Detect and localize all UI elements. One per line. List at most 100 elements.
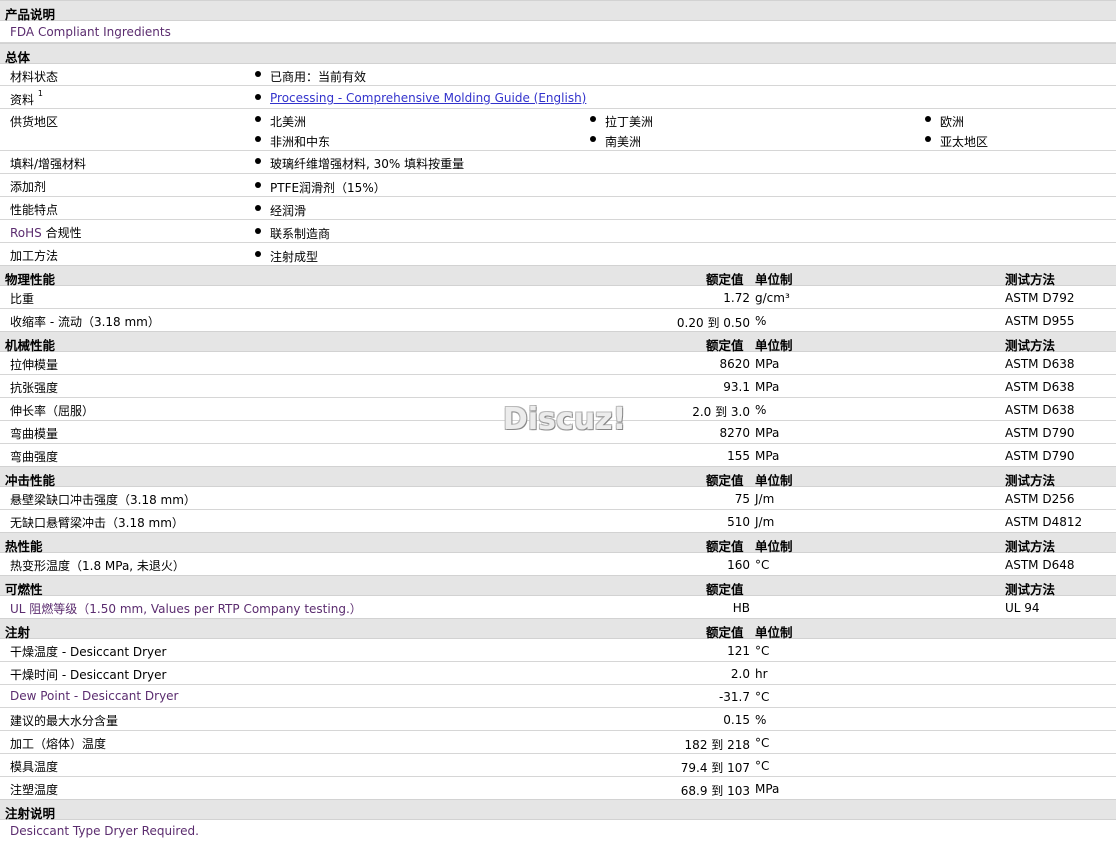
table-row: 悬壁梁缺口冲击强度（3.18 mm） 75 J/m ASTM D256 bbox=[0, 487, 1116, 510]
injection-note-row: Desiccant Type Dryer Required. bbox=[0, 820, 1116, 841]
row-value: 121 bbox=[727, 644, 750, 658]
row-value: 510 bbox=[727, 515, 750, 529]
table-row: 弯曲强度 155 MPa ASTM D790 bbox=[0, 444, 1116, 466]
row-label: 弯曲模量 bbox=[10, 427, 59, 441]
row-label: 干燥时间 - Desiccant Dryer bbox=[10, 668, 167, 682]
row-label: 注塑温度 bbox=[10, 783, 59, 797]
row-value: 0.15 bbox=[723, 713, 750, 727]
row-value: 2.0 到 3.0 bbox=[692, 405, 750, 419]
row-method: ASTM D638 bbox=[1005, 403, 1075, 417]
region-item: 非洲和中东 bbox=[270, 135, 331, 149]
table-row: 注塑温度 68.9 到 103 MPa bbox=[0, 777, 1116, 799]
section-impact: 冲击性能 额定值 单位制 测试方法 bbox=[0, 466, 1116, 488]
general-row-process: 加工方法 注射成型 bbox=[0, 243, 1116, 265]
row-unit: °C bbox=[755, 736, 770, 750]
row-label: 性能特点 bbox=[10, 203, 59, 217]
table-row: 抗张强度 93.1 MPa ASTM D638 bbox=[0, 375, 1116, 398]
row-label: 弯曲强度 bbox=[10, 450, 59, 464]
row-unit: °C bbox=[755, 759, 770, 773]
bullet-icon bbox=[590, 116, 596, 122]
row-label: 添加剂 bbox=[10, 180, 47, 194]
bullet-icon bbox=[925, 136, 931, 142]
row-value: 0.20 到 0.50 bbox=[676, 316, 750, 330]
row-label: RoHS 合规性 bbox=[10, 226, 82, 240]
bullet-icon bbox=[255, 158, 261, 164]
row-method: ASTM D790 bbox=[1005, 426, 1075, 440]
row-label: 资料 1 bbox=[10, 89, 43, 107]
table-row: 干燥温度 - Desiccant Dryer 121 °C bbox=[0, 639, 1116, 662]
row-value: 玻璃纤维增强材料, 30% 填料按重量 bbox=[270, 157, 465, 171]
row-label: 加工方法 bbox=[10, 249, 59, 263]
row-label: 伸长率（屈服） bbox=[10, 404, 95, 418]
section-injection: 注射 额定值 单位制 bbox=[0, 618, 1116, 640]
table-row: 建议的最大水分含量 0.15 % bbox=[0, 708, 1116, 731]
row-method: ASTM D638 bbox=[1005, 357, 1075, 371]
row-value: -31.7 bbox=[718, 690, 750, 704]
row-value: 79.4 到 107 bbox=[680, 761, 750, 775]
row-unit: °C bbox=[755, 558, 770, 572]
row-label: 比重 bbox=[10, 292, 35, 306]
table-row: 模具温度 79.4 到 107 °C bbox=[0, 754, 1116, 777]
general-row-filler: 填料/增强材料 玻璃纤维增强材料, 30% 填料按重量 bbox=[0, 151, 1116, 174]
section-physical: 物理性能 额定值 单位制 测试方法 bbox=[0, 265, 1116, 287]
bullet-icon bbox=[925, 116, 931, 122]
row-value: 93.1 bbox=[723, 380, 750, 394]
row-value: 155 bbox=[727, 449, 750, 463]
bullet-icon bbox=[255, 205, 261, 211]
table-row: 拉伸模量 8620 MPa ASTM D638 bbox=[0, 352, 1116, 375]
row-method: ASTM D955 bbox=[1005, 314, 1075, 328]
row-label: 干燥温度 - Desiccant Dryer bbox=[10, 645, 167, 659]
section-product-description: 产品说明 bbox=[0, 0, 1116, 22]
table-row: 无缺口悬臂梁冲击（3.18 mm） 510 J/m ASTM D4812 bbox=[0, 510, 1116, 532]
row-value: 注射成型 bbox=[270, 250, 319, 264]
row-value: HB bbox=[732, 601, 750, 615]
general-row-supply: 供货地区 北美洲 拉丁美洲 欧洲 非洲和中东 南美洲 亚太地区 bbox=[0, 109, 1116, 151]
row-label: 无缺口悬臂梁冲击（3.18 mm） bbox=[10, 516, 184, 530]
row-unit: % bbox=[755, 713, 767, 727]
row-label: 模具温度 bbox=[10, 760, 59, 774]
general-row-feature: 性能特点 经润滑 bbox=[0, 197, 1116, 220]
region-item: 南美洲 bbox=[605, 135, 642, 149]
section-thermal: 热性能 额定值 单位制 测试方法 bbox=[0, 532, 1116, 554]
row-value: 68.9 到 103 bbox=[680, 784, 750, 798]
table-row: 热变形温度（1.8 MPa, 未退火） 160 °C ASTM D648 bbox=[0, 553, 1116, 575]
region-item: 亚太地区 bbox=[940, 135, 989, 149]
table-row: 比重 1.72 g/cm³ ASTM D792 bbox=[0, 286, 1116, 309]
row-label: Dew Point - Desiccant Dryer bbox=[10, 689, 179, 703]
row-method: ASTM D4812 bbox=[1005, 515, 1083, 529]
row-label: 悬壁梁缺口冲击强度（3.18 mm） bbox=[10, 493, 196, 507]
table-row: 收缩率 - 流动（3.18 mm） 0.20 到 0.50 % ASTM D95… bbox=[0, 309, 1116, 332]
row-unit: % bbox=[755, 314, 767, 328]
row-unit: °C bbox=[755, 690, 770, 704]
row-unit: MPa bbox=[755, 380, 780, 394]
bullet-icon bbox=[590, 136, 596, 142]
row-value: 2.0 bbox=[730, 667, 750, 681]
general-row-rohs: RoHS 合规性 联系制造商 bbox=[0, 220, 1116, 243]
row-label: 加工（熔体）温度 bbox=[10, 737, 107, 751]
bullet-icon bbox=[255, 116, 261, 122]
row-method: ASTM D648 bbox=[1005, 558, 1075, 572]
row-unit: hr bbox=[755, 667, 768, 681]
row-label: 建议的最大水分含量 bbox=[10, 714, 119, 728]
molding-guide-link[interactable]: Processing - Comprehensive Molding Guide… bbox=[270, 91, 586, 105]
row-unit: J/m bbox=[755, 492, 775, 506]
row-method: ASTM D790 bbox=[1005, 449, 1075, 463]
bullet-icon bbox=[255, 251, 261, 257]
section-injection-notes: 注射说明 bbox=[0, 799, 1116, 821]
row-label: 抗张强度 bbox=[10, 381, 59, 395]
row-unit: J/m bbox=[755, 515, 775, 529]
injection-note: Desiccant Type Dryer Required. bbox=[10, 824, 199, 838]
general-row-docs: 资料 1 Processing - Comprehensive Molding … bbox=[0, 86, 1116, 109]
section-general: 总体 bbox=[0, 43, 1116, 65]
product-note: FDA Compliant Ingredients bbox=[10, 25, 171, 39]
row-value: 160 bbox=[727, 558, 750, 572]
section-flammability: 可燃性 额定值 测试方法 bbox=[0, 575, 1116, 597]
row-label: 热变形温度（1.8 MPa, 未退火） bbox=[10, 559, 185, 573]
row-value: 8620 bbox=[719, 357, 750, 371]
bullet-icon bbox=[255, 71, 261, 77]
row-unit: MPa bbox=[755, 426, 780, 440]
general-row-status: 材料状态 已商用：当前有效 bbox=[0, 64, 1116, 86]
row-value: 联系制造商 bbox=[270, 227, 331, 241]
row-label: 填料/增强材料 bbox=[10, 157, 87, 171]
bullet-icon bbox=[255, 94, 261, 100]
